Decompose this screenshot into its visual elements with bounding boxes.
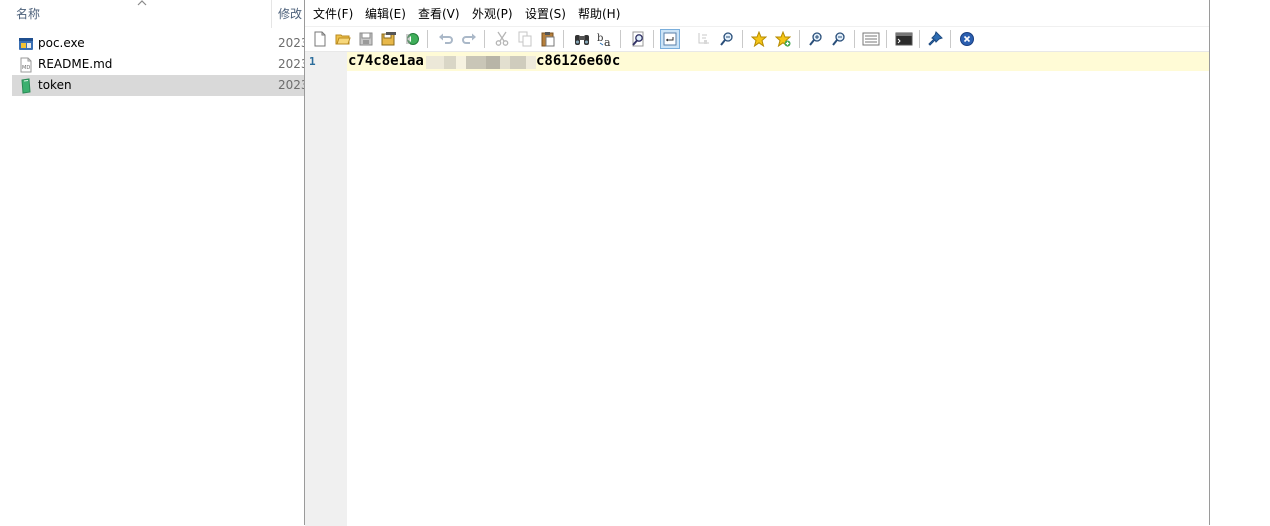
sort-ascending-icon xyxy=(137,0,147,6)
star-add-icon xyxy=(775,31,791,47)
replace-button[interactable]: ba xyxy=(596,29,616,49)
svg-text:MD: MD xyxy=(22,65,30,71)
editor-text-start: c74c8e1aa xyxy=(348,53,424,69)
file-name: README.md xyxy=(38,57,113,71)
menu-appearance[interactable]: 外观(P) xyxy=(472,4,513,24)
open-folder-icon xyxy=(335,34,351,45)
terminal-button[interactable] xyxy=(894,29,914,49)
save-button[interactable] xyxy=(356,29,376,49)
close-circle-icon xyxy=(960,32,974,46)
view-list-button[interactable] xyxy=(861,29,881,49)
terminal-icon xyxy=(895,32,913,46)
undo-button[interactable] xyxy=(436,29,456,49)
line-number: 1 xyxy=(309,55,316,68)
file-row-readme[interactable]: MD README.md 2023 xyxy=(12,54,309,75)
svg-text:a: a xyxy=(604,36,611,47)
paste-icon xyxy=(541,32,555,47)
toolbar-separator xyxy=(563,30,564,48)
save-all-button[interactable] xyxy=(379,29,399,49)
column-header-date[interactable]: 修改 xyxy=(278,0,302,28)
zoom-out-button[interactable] xyxy=(829,29,849,49)
revert-button[interactable] xyxy=(402,29,422,49)
copy-button[interactable] xyxy=(515,29,535,49)
toolbar: ba xyxy=(305,26,1209,51)
copy-icon xyxy=(518,31,532,47)
word-wrap-icon xyxy=(663,32,677,46)
replace-icon: ba xyxy=(597,33,611,47)
menu-help[interactable]: 帮助(H) xyxy=(578,4,620,24)
toolbar-separator xyxy=(886,30,887,48)
exe-icon xyxy=(19,38,33,50)
zoom-in-button[interactable] xyxy=(806,29,826,49)
open-file-button[interactable] xyxy=(333,29,353,49)
toolbar-separator xyxy=(653,30,654,48)
zoom-in-icon xyxy=(809,32,822,46)
bookmark-add-button[interactable] xyxy=(773,29,793,49)
undo-icon xyxy=(439,33,453,44)
menu-settings[interactable]: 设置(S) xyxy=(525,4,566,24)
text-editor[interactable]: 1 c74c8e1aa c86126e60c xyxy=(305,51,1209,526)
zoom-out-icon xyxy=(832,32,845,46)
file-row-token[interactable]: token 2023 xyxy=(12,75,309,96)
list-view-icon xyxy=(862,32,880,46)
find-button[interactable] xyxy=(572,29,592,49)
find-in-files-button[interactable] xyxy=(628,29,648,49)
bookmark-button[interactable] xyxy=(749,29,769,49)
pin-icon xyxy=(928,31,943,46)
toolbar-separator xyxy=(620,30,621,48)
cut-button[interactable] xyxy=(492,29,512,49)
redo-icon xyxy=(462,33,476,44)
close-document-button[interactable] xyxy=(957,29,977,49)
zoom-search-icon xyxy=(720,32,733,46)
toolbar-separator xyxy=(854,30,855,48)
notepad-window: 文件(F) 编辑(E) 查看(V) 外观(P) 设置(S) 帮助(H) b a … xyxy=(304,0,1210,526)
new-file-button[interactable] xyxy=(310,29,330,49)
cut-icon xyxy=(495,31,509,46)
save-all-icon xyxy=(381,32,396,46)
toolbar-separator xyxy=(799,30,800,48)
toolbar-separator xyxy=(950,30,951,48)
save-icon xyxy=(359,32,373,46)
zoom-find-button[interactable] xyxy=(717,29,737,49)
pin-button[interactable] xyxy=(925,29,945,49)
menu-bar: 文件(F) 编辑(E) 查看(V) 外观(P) 设置(S) 帮助(H) xyxy=(305,4,1209,24)
menu-file[interactable]: 文件(F) xyxy=(313,4,353,24)
md-file-icon: MD xyxy=(20,57,32,73)
menu-edit[interactable]: 编辑(E) xyxy=(365,4,406,24)
file-name: poc.exe xyxy=(38,36,85,50)
file-name: token xyxy=(38,78,72,92)
editor-text-end: c86126e60c xyxy=(536,53,621,69)
toolbar-separator xyxy=(742,30,743,48)
magnifier-page-icon xyxy=(632,31,644,47)
binoculars-icon xyxy=(575,35,589,45)
revert-icon xyxy=(406,33,419,45)
new-file-icon xyxy=(314,31,326,47)
menu-view[interactable]: 查看(V) xyxy=(418,4,460,24)
column-divider[interactable] xyxy=(271,0,272,28)
word-wrap-toggle[interactable] xyxy=(660,29,680,49)
toolbar-separator xyxy=(919,30,920,48)
token-file-icon xyxy=(21,78,31,94)
redo-button[interactable] xyxy=(459,29,479,49)
whitespace-icon xyxy=(698,33,709,44)
file-row-poc-exe[interactable]: poc.exe 2023 xyxy=(12,33,309,54)
toolbar-separator xyxy=(484,30,485,48)
column-header-name[interactable]: 名称 xyxy=(16,0,40,28)
line-number-gutter: 1 xyxy=(305,52,347,526)
redacted-blur xyxy=(426,56,536,69)
show-whitespace-button[interactable] xyxy=(694,29,714,49)
toolbar-separator xyxy=(427,30,428,48)
svg-text:b: b xyxy=(597,33,603,44)
paste-button[interactable] xyxy=(538,29,558,49)
star-icon xyxy=(751,31,767,47)
